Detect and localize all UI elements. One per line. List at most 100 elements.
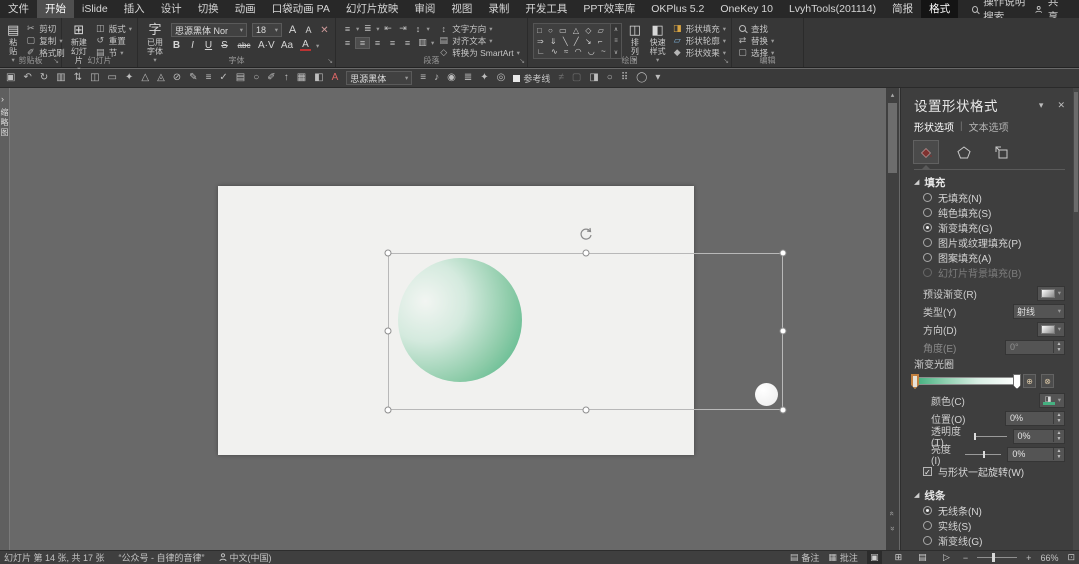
qat-icon[interactable]: ↑ [284,69,289,87]
brightness-spinner[interactable]: 0% ▲ ▼ [1007,446,1065,462]
gradient-stop-end[interactable] [1013,374,1021,389]
fill-option-radio[interactable]: 图片或纹理填充(P) [914,235,1065,250]
font-size-combo[interactable]: 18 ▾ [252,23,282,37]
qat-icon[interactable]: ◬ [157,69,165,87]
resize-handle-ne[interactable] [779,249,787,257]
add-gradient-stop-button[interactable]: ⊕ [1023,374,1036,388]
gradient-direction-dropdown[interactable]: ▾ [1036,321,1065,337]
slideshow-button[interactable]: ▷ [939,551,954,564]
menu-tab[interactable]: PPT效率库 [575,0,643,18]
menu-tab[interactable]: 开发工具 [517,0,575,18]
italic-button[interactable]: I [187,40,198,51]
qat-icon[interactable]: ◉ [447,69,456,87]
fill-section-header[interactable]: ◢ 填充 [914,174,1065,190]
strikethrough-button[interactable]: S [219,40,230,51]
grow-font-button[interactable]: A [287,24,298,36]
clear-format-button[interactable]: ✕ [319,25,330,36]
line-option-radio[interactable]: 渐变线(G) [914,533,1065,548]
gradient-stop-start[interactable] [911,374,919,389]
zoom-slider-thumb[interactable] [992,553,996,562]
qat-icon[interactable]: A [332,69,339,87]
align-left-button[interactable]: ≡ [341,38,354,48]
qat-icon[interactable]: ≡ [420,69,426,87]
dialog-launcher-icon[interactable]: ↘ [53,57,59,65]
font-color-button[interactable]: A [300,40,311,51]
menu-tab[interactable]: OKPlus 5.2 [643,0,712,18]
menu-tab[interactable]: 开始 [37,0,74,18]
gallery-up-icon[interactable]: ∧ [614,26,618,33]
underline-button[interactable]: U [203,40,214,51]
menu-tab[interactable]: 审阅 [406,0,443,18]
resize-handle-n[interactable] [582,249,590,257]
tab-text-options[interactable]: 文本选项 [969,119,1009,134]
find-button[interactable]: 查找 [737,23,774,34]
qat-icon[interactable]: ▤ [236,69,245,87]
qat-icon[interactable]: ⇅ [74,69,82,87]
font-name-combo[interactable]: 思源黑体 Nor ▾ [171,23,247,37]
preset-gradients-dropdown[interactable]: ▾ [1036,285,1065,301]
shapes-gallery[interactable]: □ ○ ▭ △ ◇ ▱ ⇒ ⇓ ╲ ╱ ↘ ⌐ ∟ ∿ ≈ ◠ ◡ ~ [533,23,611,59]
fill-option-radio[interactable]: 渐变填充(G) [914,220,1065,235]
shrink-font-button[interactable]: A [303,25,314,35]
dialog-launcher-icon[interactable]: ↘ [519,57,525,65]
qat-icon[interactable]: ▦ [297,69,306,87]
qat-icon[interactable]: ⊘ [173,69,181,87]
slider-thumb[interactable] [973,432,976,440]
quick-styles-button[interactable]: ◧ 快速样式 ▾ [648,21,668,64]
menu-tab[interactable]: 切换 [190,0,227,18]
qat-icon[interactable]: △ [141,69,149,87]
gradient-stops-bar[interactable] [911,374,1021,389]
menu-tab[interactable]: 格式 [921,0,959,18]
text-direction-button[interactable]: ↕ 文字方向 ▾ [438,23,520,34]
copy-button[interactable]: ▢ 复制 ▾ [25,35,65,46]
qat-icon[interactable]: ◫ [90,69,99,87]
fill-option-radio[interactable]: 无填充(N) [914,190,1065,205]
panel-menu-icon[interactable]: ▾ [1039,100,1044,111]
line-spacing-button[interactable]: ↕ [412,24,425,34]
qat-icon[interactable]: ≣ [464,69,472,87]
angle-spinner[interactable]: 0° ▲ ▼ [1005,339,1065,355]
panel-close-icon[interactable]: ✕ [1057,100,1065,111]
menu-tab[interactable]: 动画 [227,0,264,18]
comments-toggle[interactable]: ▦ 批注 [828,551,858,564]
resize-handle-nw[interactable] [384,249,392,257]
gradient-type-dropdown[interactable]: 射线 ▾ [1013,303,1065,319]
scrollbar-thumb[interactable] [888,103,897,173]
fill-option-radio[interactable]: 纯色填充(S) [914,205,1065,220]
resize-handle-e[interactable] [779,327,787,335]
resize-handle-sw[interactable] [384,406,392,414]
panel-scrollbar[interactable] [1073,88,1079,550]
qat-icon[interactable]: ↻ [40,69,48,87]
tab-shape-options[interactable]: 形状选项 [914,119,954,134]
scroll-up-icon[interactable]: ▴ [886,88,899,101]
numbering-button[interactable]: ≣ [361,23,374,34]
stop-color-dropdown[interactable]: ◨ ▾ [1038,392,1065,408]
bold-button[interactable]: B [171,40,182,51]
expand-thumbnails-icon[interactable]: › [1,94,4,104]
fill-line-tab-icon[interactable] [913,140,939,164]
paste-button[interactable]: ▤ 粘贴 ▾ [5,21,21,64]
increase-indent-button[interactable]: ⇥ [397,23,410,34]
bullets-button[interactable]: ≡ [341,24,354,34]
qat-icon[interactable]: ≡ [206,69,212,87]
fit-to-window-icon[interactable]: ⊡ [1067,552,1075,563]
qat-icon[interactable]: ▥ [56,69,65,87]
shape-outline-button[interactable]: ▱ 形状轮廓 ▾ [672,35,726,46]
qat-icon[interactable]: ▾ [655,69,660,87]
qat-icon[interactable]: ◨ [589,69,598,87]
guides-toggle[interactable]: 参考线 [513,72,550,85]
columns-button[interactable]: ▥ [416,37,429,48]
slide-number-status[interactable]: 幻灯片 第 14 张, 共 17 张 [4,551,105,564]
brightness-slider[interactable] [965,450,1002,458]
zoom-out-icon[interactable]: − [963,553,968,563]
qat-icon[interactable]: ♪ [434,69,439,87]
menu-tab[interactable]: 录制 [480,0,517,18]
accessibility-status[interactable]: 中文(中国) [219,551,272,564]
cut-button[interactable]: ✂ 剪切 [25,23,65,34]
fill-option-radio[interactable]: 图案填充(A) [914,250,1065,265]
align-center-button[interactable]: ≡ [355,36,370,49]
qat-icon[interactable]: ▭ [108,69,117,87]
stop-position-spinner[interactable]: 0% ▲ ▼ [1005,410,1065,426]
qat-icon[interactable]: ◧ [314,69,323,87]
dialog-launcher-icon[interactable]: ↘ [723,57,729,65]
